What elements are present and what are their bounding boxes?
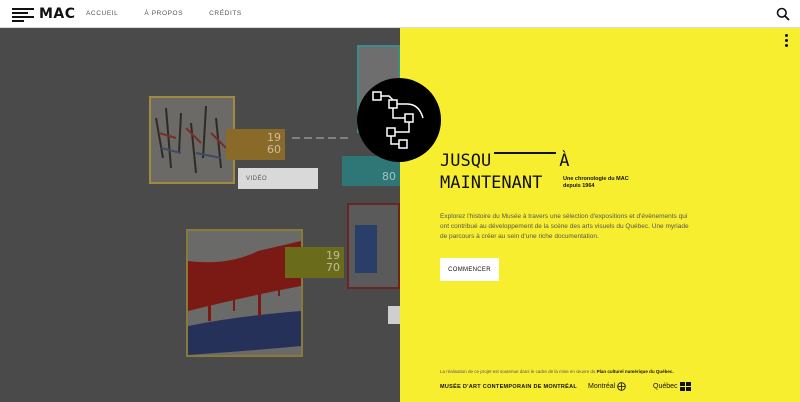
quebec-flag-icon bbox=[679, 382, 691, 391]
hero-title: JUSQU À MAINTENANT bbox=[440, 150, 569, 194]
timeline-background[interactable]: 19 60 19 80 VIDÉO 19 70 bbox=[0, 28, 400, 402]
title-part-1: JUSQU bbox=[440, 151, 492, 171]
montreal-logo[interactable]: Montréal bbox=[588, 382, 626, 391]
artwork-thumbnail[interactable] bbox=[149, 96, 235, 184]
year-label-1970[interactable]: 19 70 bbox=[285, 247, 344, 278]
museum-name[interactable]: MUSÉE D'ART CONTEMPORAIN DE MONTRÉAL bbox=[440, 384, 577, 390]
video-button[interactable]: VIDÉO bbox=[238, 168, 318, 189]
funding-credit: La réalisation de ce projet est soutenue… bbox=[440, 369, 674, 374]
top-header: MAC ACCUEIL À PROPOS CRÉDITS bbox=[0, 0, 800, 28]
nav-accueil[interactable]: ACCUEIL bbox=[86, 10, 118, 17]
title-part-2: À bbox=[559, 151, 570, 171]
year-label-1960[interactable]: 19 60 bbox=[226, 129, 285, 160]
search-icon[interactable] bbox=[776, 7, 790, 21]
timeline-emblem-icon bbox=[372, 91, 424, 149]
quebec-logo[interactable]: Québec bbox=[653, 382, 691, 391]
video-label: VIDÉO bbox=[246, 175, 268, 182]
year-bottom: 80 bbox=[382, 170, 396, 183]
mac-logo[interactable]: MAC bbox=[12, 6, 76, 22]
year-bottom: 70 bbox=[326, 261, 340, 274]
start-button[interactable]: COMMENCER bbox=[440, 258, 499, 281]
nav-credits[interactable]: CRÉDITS bbox=[209, 10, 242, 17]
artwork-thumbnail[interactable] bbox=[347, 203, 400, 289]
nav-a-propos[interactable]: À PROPOS bbox=[144, 10, 183, 17]
title-line-2: MAINTENANT bbox=[440, 173, 543, 193]
year-bottom: 60 bbox=[267, 143, 281, 156]
more-options-icon[interactable] bbox=[785, 34, 788, 49]
credit-text: La réalisation de ce projet est soutenue… bbox=[440, 369, 596, 374]
hero-subtitle: Une chronologie du MAC depuis 1964 bbox=[563, 176, 629, 190]
montreal-flower-icon bbox=[617, 382, 626, 391]
quebec-label: Québec bbox=[653, 383, 678, 390]
title-rule bbox=[494, 152, 557, 154]
main-nav: ACCUEIL À PROPOS CRÉDITS bbox=[86, 10, 242, 17]
logo-lines-icon bbox=[12, 7, 34, 22]
subtitle-line-2: depuis 1964 bbox=[563, 183, 595, 189]
credit-link[interactable]: Plan culturel numérique du Québec. bbox=[597, 369, 674, 374]
logo-text: MAC bbox=[39, 6, 76, 22]
timeline-connector bbox=[292, 137, 352, 139]
timeline-emblem bbox=[357, 78, 441, 162]
hero-description: Explorez l'histoire du Musée à travers u… bbox=[440, 213, 689, 240]
subtitle-line-1: Une chronologie du MAC bbox=[563, 176, 629, 182]
montreal-label: Montréal bbox=[588, 383, 616, 390]
partial-button[interactable] bbox=[388, 306, 400, 324]
